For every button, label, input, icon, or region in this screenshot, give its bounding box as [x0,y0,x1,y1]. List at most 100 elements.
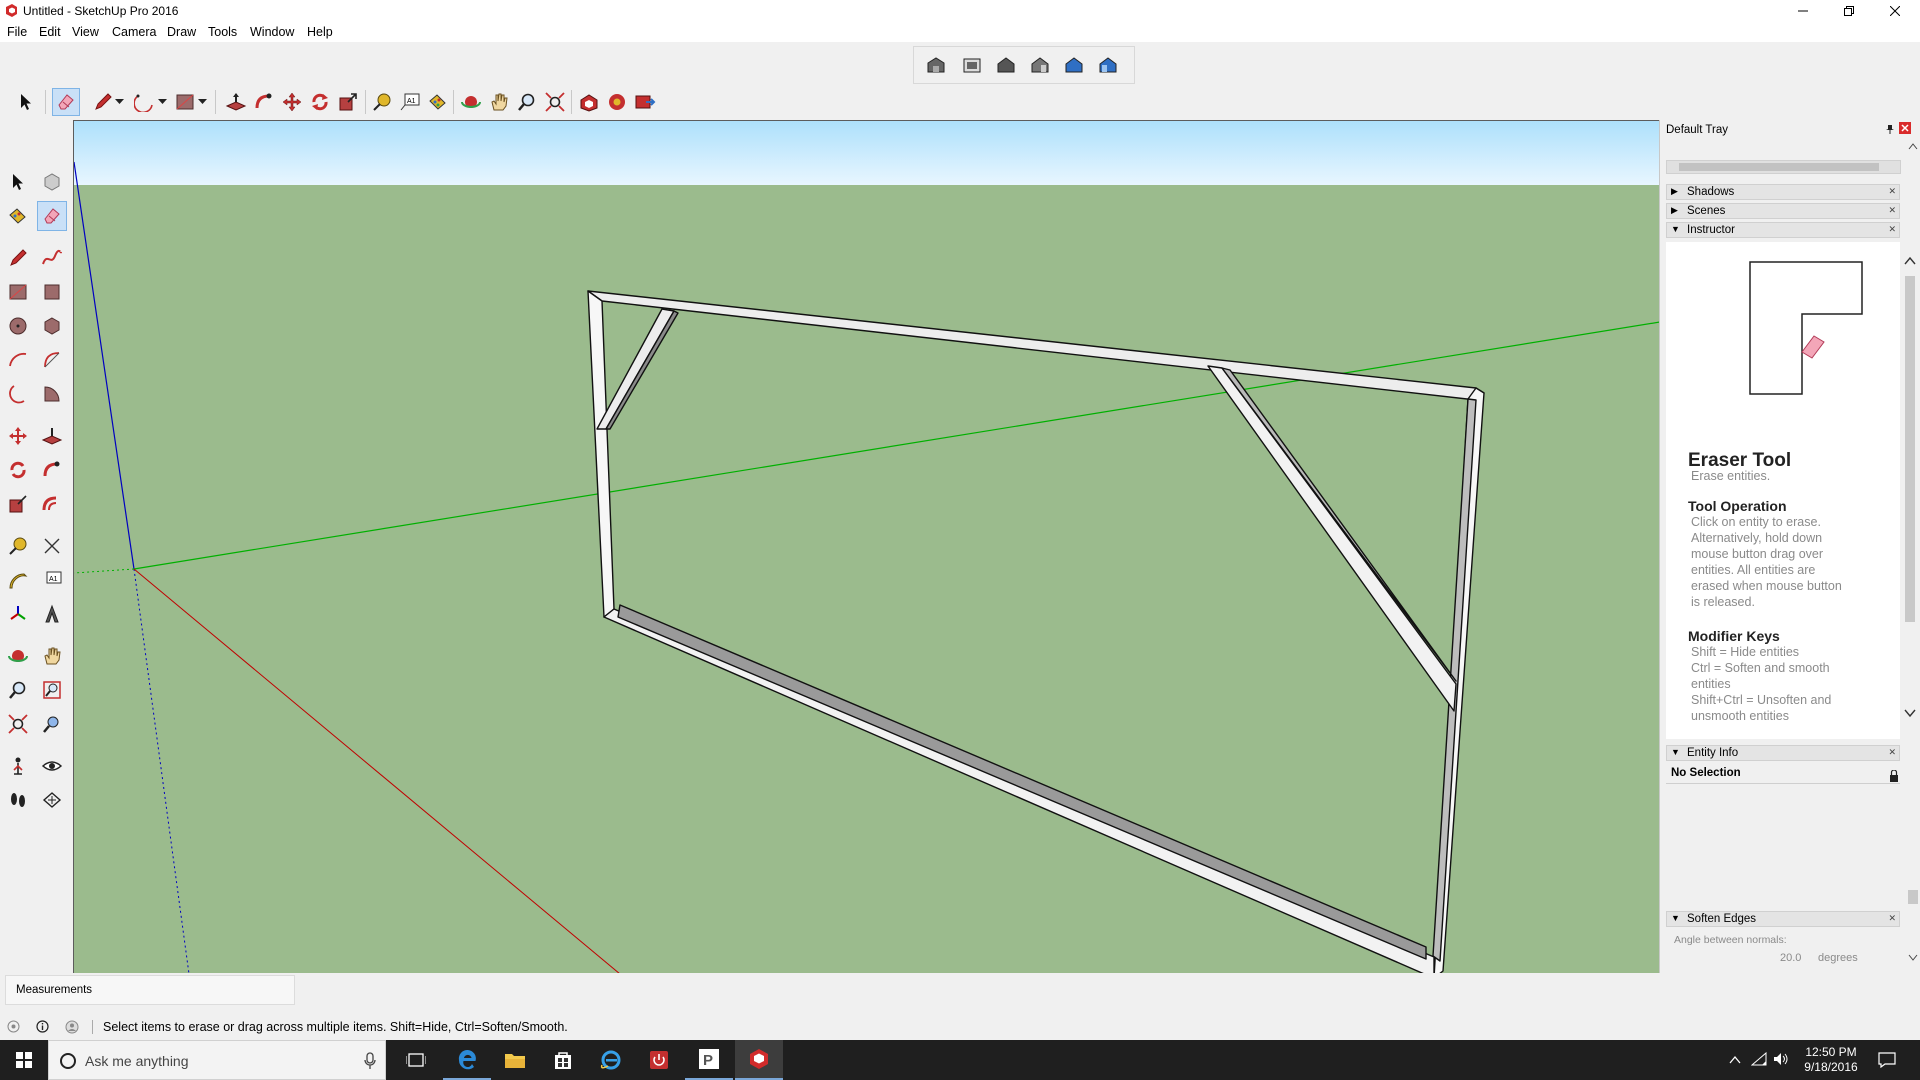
shape-tool-dropdown[interactable] [195,88,209,116]
taskbar-edge-button[interactable] [443,1040,491,1080]
select-tool-button[interactable] [12,88,40,116]
minimize-button[interactable] [1780,0,1826,22]
restore-button[interactable] [1826,0,1872,22]
view-back-button[interactable] [1060,51,1088,79]
panel-scenes[interactable]: ▶ Scenes ✕ [1666,203,1900,219]
close-panel-icon[interactable]: ✕ [1888,913,1896,924]
freehand-tool-button[interactable] [37,243,67,273]
tray-horizontal-scrollbar[interactable] [1666,160,1901,174]
tray-scrollbar-thumb[interactable] [1679,163,1879,171]
warehouse-button[interactable] [575,88,603,116]
close-window-button[interactable] [1872,0,1918,22]
taskbar-store-button[interactable] [539,1040,587,1080]
select-tool-button[interactable] [3,167,33,197]
menu-window[interactable]: Window [250,25,294,39]
previous-view-button[interactable] [37,709,67,739]
taskbar-sketchup-button[interactable] [735,1040,783,1080]
view-iso-button[interactable] [922,51,950,79]
extension-warehouse-button[interactable] [603,88,631,116]
tray-scroll-up-icon[interactable] [1908,142,1918,150]
microphone-icon[interactable] [364,1052,376,1070]
task-view-button[interactable] [392,1040,440,1080]
polygon-tool-button[interactable] [37,311,67,341]
close-tray-icon[interactable] [1899,122,1911,134]
tray-scroll-down-icon[interactable] [1908,954,1918,962]
share-model-button[interactable] [631,88,659,116]
arc-tool-button[interactable] [3,345,33,375]
menu-tools[interactable]: Tools [208,25,237,39]
rotate-tool-button[interactable] [306,88,334,116]
3d-text-tool-button[interactable] [37,599,67,629]
circle-tool-button[interactable] [3,311,33,341]
rotated-rectangle-tool-button[interactable] [37,277,67,307]
offset-tool-button[interactable] [37,489,67,519]
view-top-button[interactable] [958,51,986,79]
panel-shadows[interactable]: ▶ Shadows ✕ [1666,184,1900,200]
scale-tool-button[interactable] [3,489,33,519]
panel-soften-edges[interactable]: ▼ Soften Edges ✕ [1666,911,1900,927]
zoom-tool-button[interactable] [513,88,541,116]
orbit-tool-button[interactable] [3,641,33,671]
taskbar-power-app-button[interactable] [635,1040,683,1080]
view-right-button[interactable] [1026,51,1054,79]
geo-location-icon[interactable] [7,1020,20,1033]
zoom-extents-button[interactable] [3,709,33,739]
menu-edit[interactable]: Edit [39,25,61,39]
drawing-viewport[interactable] [73,120,1659,973]
start-button[interactable] [0,1040,48,1080]
zoom-tool-button[interactable] [3,675,33,705]
taskbar-file-explorer-button[interactable] [491,1040,539,1080]
taskbar-ie-button[interactable] [587,1040,635,1080]
push-pull-tool-button[interactable] [37,421,67,451]
tray-scrollbar-thumb[interactable] [1908,890,1918,904]
text-tool-button[interactable]: A1 [37,565,67,595]
close-panel-icon[interactable]: ✕ [1888,224,1896,235]
tape-measure-tool-button[interactable] [368,88,396,116]
orbit-tool-button[interactable] [457,88,485,116]
scale-tool-button[interactable] [334,88,362,116]
menu-help[interactable]: Help [307,25,333,39]
scroll-up-icon[interactable] [1904,256,1916,266]
taskbar-publisher-button[interactable]: P [685,1040,733,1080]
view-front-button[interactable] [992,51,1020,79]
make-component-button[interactable] [37,167,67,197]
menu-draw[interactable]: Draw [167,25,196,39]
menu-file[interactable]: File [7,25,27,39]
close-panel-icon[interactable]: ✕ [1888,186,1896,197]
panel-entity-info[interactable]: ▼ Entity Info ✕ [1666,745,1900,761]
menu-view[interactable]: View [72,25,99,39]
line-tool-dropdown[interactable] [112,88,126,116]
walk-button[interactable] [3,785,33,815]
rectangle-tool-button[interactable] [3,277,33,307]
lock-icon[interactable] [1889,770,1899,782]
tape-measure-tool-button[interactable] [3,531,33,561]
pan-tool-button[interactable] [37,641,67,671]
follow-me-tool-button[interactable] [37,455,67,485]
text-tool-button[interactable]: A1 [396,88,424,116]
panel-instructor[interactable]: ▼ Instructor ✕ [1666,222,1900,238]
taskbar-clock[interactable]: 12:50 PM 9/18/2016 [1797,1045,1865,1075]
push-pull-tool-button[interactable] [222,88,250,116]
credits-info-icon[interactable] [36,1020,49,1033]
dimension-tool-button[interactable] [37,531,67,561]
soften-angle-value[interactable]: 20.0 [1780,952,1801,964]
cortana-search-box[interactable]: Ask me anything [48,1040,386,1080]
follow-me-tool-button[interactable] [250,88,278,116]
look-around-button[interactable] [37,751,67,781]
user-account-icon[interactable] [65,1020,79,1034]
pan-tool-button[interactable] [485,88,513,116]
instructor-scrollbar[interactable] [1903,254,1917,720]
protractor-tool-button[interactable] [3,565,33,595]
close-panel-icon[interactable]: ✕ [1888,205,1896,216]
line-tool-button[interactable] [3,243,33,273]
pin-icon[interactable] [1885,124,1895,134]
position-camera-button[interactable] [3,751,33,781]
eraser-tool-button[interactable] [52,88,80,116]
rotate-tool-button[interactable] [3,455,33,485]
section-plane-button[interactable] [37,785,67,815]
menu-camera[interactable]: Camera [112,25,156,39]
three-point-arc-tool-button[interactable] [3,379,33,409]
axes-tool-button[interactable] [3,599,33,629]
scroll-down-icon[interactable] [1904,708,1916,718]
volume-icon[interactable] [1773,1052,1789,1066]
